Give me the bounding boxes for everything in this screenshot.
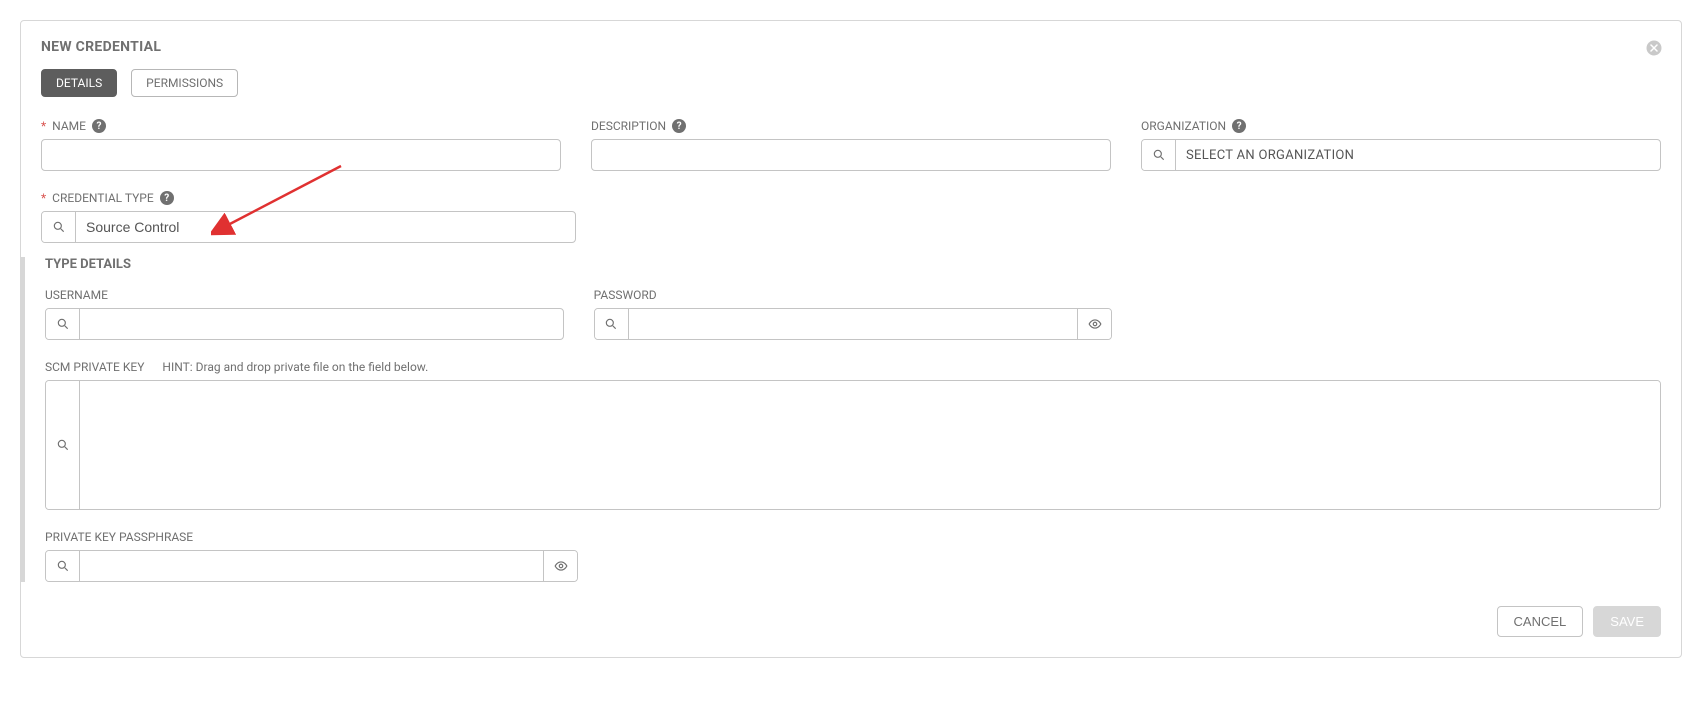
search-icon[interactable] xyxy=(595,309,629,339)
close-icon[interactable] xyxy=(1645,39,1663,57)
scm-key-group xyxy=(45,380,1661,510)
credential-type-label: * CREDENTIAL TYPE ? xyxy=(41,191,576,205)
help-icon[interactable]: ? xyxy=(672,119,686,133)
help-icon[interactable]: ? xyxy=(92,119,106,133)
organization-label-text: ORGANIZATION xyxy=(1141,119,1226,133)
search-icon[interactable] xyxy=(42,212,76,242)
help-icon[interactable]: ? xyxy=(1232,119,1246,133)
type-details-section: TYPE DETAILS USERNAME PASSWORD xyxy=(21,257,1661,582)
required-marker: * xyxy=(41,191,46,205)
search-icon[interactable] xyxy=(46,309,80,339)
organization-placeholder: SELECT AN ORGANIZATION xyxy=(1176,140,1660,170)
type-details-title: TYPE DETAILS xyxy=(45,257,1661,272)
eye-icon[interactable] xyxy=(543,551,577,581)
username-label: USERNAME xyxy=(45,288,564,302)
credential-type-input[interactable] xyxy=(76,212,575,242)
cancel-button[interactable]: CANCEL xyxy=(1497,606,1584,637)
credential-form-panel: NEW CREDENTIAL DETAILS PERMISSIONS * NAM… xyxy=(20,20,1682,658)
scm-key-label-text: SCM PRIVATE KEY xyxy=(45,360,144,374)
username-input[interactable] xyxy=(80,309,563,339)
name-label-text: NAME xyxy=(52,119,86,133)
organization-label: ORGANIZATION ? xyxy=(1141,119,1661,133)
credential-type-lookup[interactable] xyxy=(41,211,576,243)
search-icon[interactable] xyxy=(1142,140,1176,170)
name-label: * NAME ? xyxy=(41,119,561,133)
password-label: PASSWORD xyxy=(594,288,1113,302)
username-group xyxy=(45,308,564,340)
eye-icon[interactable] xyxy=(1077,309,1111,339)
description-label-text: DESCRIPTION xyxy=(591,119,666,133)
scm-key-label: SCM PRIVATE KEY HINT: Drag and drop priv… xyxy=(45,360,1661,374)
credential-type-label-text: CREDENTIAL TYPE xyxy=(52,191,154,205)
panel-title: NEW CREDENTIAL xyxy=(41,39,1661,55)
save-button[interactable]: SAVE xyxy=(1593,606,1661,637)
help-icon[interactable]: ? xyxy=(160,191,174,205)
description-input[interactable] xyxy=(591,139,1111,171)
search-icon[interactable] xyxy=(46,381,80,509)
form-footer: CANCEL SAVE xyxy=(41,606,1661,637)
organization-lookup[interactable]: SELECT AN ORGANIZATION xyxy=(1141,139,1661,171)
tab-details[interactable]: DETAILS xyxy=(41,69,117,97)
password-input[interactable] xyxy=(629,309,1078,339)
passphrase-input[interactable] xyxy=(80,551,543,581)
scm-key-textarea[interactable] xyxy=(80,381,1660,509)
tabs: DETAILS PERMISSIONS xyxy=(41,69,1661,97)
password-group xyxy=(594,308,1113,340)
search-icon[interactable] xyxy=(46,551,80,581)
passphrase-group xyxy=(45,550,578,582)
passphrase-label: PRIVATE KEY PASSPHRASE xyxy=(45,530,578,544)
tab-permissions[interactable]: PERMISSIONS xyxy=(131,69,238,97)
name-input[interactable] xyxy=(41,139,561,171)
description-label: DESCRIPTION ? xyxy=(591,119,1111,133)
required-marker: * xyxy=(41,119,46,133)
scm-key-hint: HINT: Drag and drop private file on the … xyxy=(162,360,428,374)
